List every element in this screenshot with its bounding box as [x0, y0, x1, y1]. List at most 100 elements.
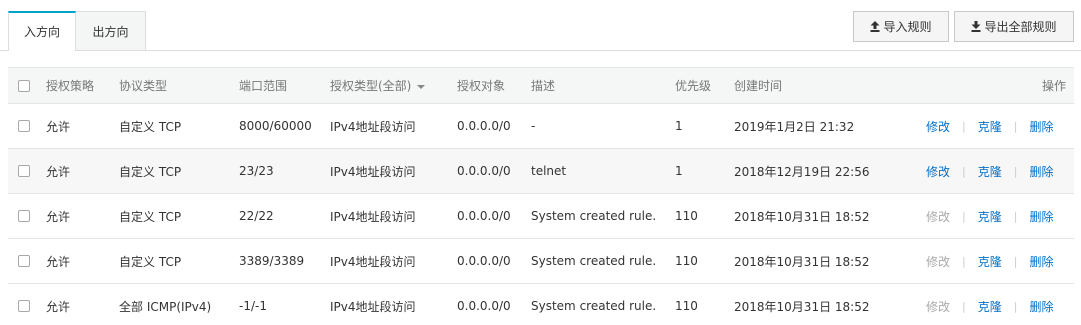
cell-object: 0.0.0.0/0	[457, 164, 511, 178]
cell-object: 0.0.0.0/0	[457, 254, 511, 268]
cell-protocol: 自定义 TCP	[119, 254, 182, 269]
row-operations: 修改 | 克隆 | 删除	[926, 194, 1053, 238]
security-rules-table: 授权策略 协议类型 端口范围 授权类型(全部) 授权对象 描述 优先级 创建时间…	[8, 67, 1074, 325]
cell-protocol: 自定义 TCP	[119, 119, 182, 134]
table-row: 允许 自定义 TCP 8000/60000 IPv4地址段访问 0.0.0.0/…	[8, 104, 1074, 149]
header-operations: 操作	[1041, 79, 1066, 93]
delete-link[interactable]: 删除	[1029, 298, 1053, 315]
table-row: 允许 全部 ICMP(IPv4) -1/-1 IPv4地址段访问 0.0.0.0…	[8, 284, 1074, 325]
caret-down-icon	[417, 84, 426, 89]
ops-separator: |	[1013, 119, 1018, 133]
cell-policy: 允许	[46, 254, 71, 269]
cell-description: System created rule.	[531, 209, 657, 223]
upload-icon	[870, 21, 880, 32]
cell-object: 0.0.0.0/0	[457, 209, 511, 223]
import-rules-label: 导入规则	[883, 20, 932, 34]
download-icon	[971, 21, 981, 32]
cell-created-time: 2018年10月31日 18:52	[734, 209, 870, 224]
header-object: 授权对象	[457, 79, 506, 93]
clone-link[interactable]: 克隆	[978, 118, 1002, 135]
clone-link[interactable]: 克隆	[978, 163, 1002, 180]
ops-separator: |	[962, 119, 966, 133]
delete-link[interactable]: 删除	[1029, 163, 1053, 180]
header-auth-type-filter[interactable]: 授权类型(全部)	[330, 68, 426, 103]
header-description: 描述	[531, 79, 556, 93]
row-operations: 修改 | 克隆 | 删除	[926, 104, 1053, 148]
cell-priority: 110	[675, 254, 698, 268]
edit-link-disabled: 修改	[926, 209, 951, 224]
direction-tabbar: 入方向 出方向 导入规则 导出全部规则	[0, 0, 1081, 51]
clone-link[interactable]: 克隆	[978, 298, 1002, 315]
edit-link-disabled: 修改	[926, 254, 951, 269]
row-checkbox-cell	[18, 194, 30, 238]
row-checkbox[interactable]	[18, 300, 30, 312]
row-checkbox[interactable]	[18, 165, 30, 177]
table-row: 允许 自定义 TCP 23/23 IPv4地址段访问 0.0.0.0/0 tel…	[8, 149, 1074, 194]
header-auth-type-label: 授权类型(全部)	[330, 79, 412, 93]
row-checkbox[interactable]	[18, 210, 30, 222]
ops-separator: |	[962, 164, 966, 178]
cell-created-time: 2018年12月19日 22:56	[734, 164, 870, 179]
cell-created-time: 2018年10月31日 18:52	[734, 254, 870, 269]
cell-created-time: 2019年1月2日 21:32	[734, 119, 855, 134]
cell-protocol: 自定义 TCP	[119, 209, 182, 224]
header-policy: 授权策略	[46, 79, 95, 93]
row-operations: 修改 | 克隆 | 删除	[926, 149, 1053, 193]
import-rules-button[interactable]: 导入规则	[853, 11, 949, 42]
cell-description: -	[531, 119, 536, 133]
delete-link[interactable]: 删除	[1029, 253, 1053, 270]
tab-inbound[interactable]: 入方向	[8, 11, 76, 51]
clone-link[interactable]: 克隆	[978, 253, 1002, 270]
cell-description: System created rule.	[531, 299, 657, 313]
export-all-rules-button[interactable]: 导出全部规则	[954, 11, 1074, 42]
cell-auth-type: IPv4地址段访问	[330, 119, 416, 134]
header-protocol: 协议类型	[119, 79, 168, 93]
export-all-rules-label: 导出全部规则	[984, 20, 1057, 34]
tab-outbound[interactable]: 出方向	[76, 11, 146, 50]
cell-auth-type: IPv4地址段访问	[330, 254, 416, 269]
cell-protocol: 全部 ICMP(IPv4)	[119, 299, 212, 314]
edit-link-disabled: 修改	[926, 299, 951, 314]
edit-link[interactable]: 修改	[926, 163, 950, 180]
ops-separator: |	[1013, 209, 1018, 223]
header-port: 端口范围	[239, 79, 288, 93]
row-checkbox-cell	[18, 149, 30, 193]
edit-link[interactable]: 修改	[926, 118, 950, 135]
row-checkbox[interactable]	[18, 255, 30, 267]
row-operations: 修改 | 克隆 | 删除	[926, 284, 1053, 325]
clone-link[interactable]: 克隆	[978, 208, 1002, 225]
cell-priority: 1	[675, 164, 683, 178]
row-operations: 修改 | 克隆 | 删除	[926, 239, 1053, 283]
cell-policy: 允许	[46, 299, 71, 314]
cell-policy: 允许	[46, 119, 71, 134]
select-all-cell	[18, 68, 30, 103]
cell-description: telnet	[531, 164, 567, 178]
ops-separator: |	[962, 209, 966, 223]
cell-port: 22/22	[239, 209, 274, 223]
ops-separator: |	[1013, 254, 1018, 268]
table-header-row: 授权策略 协议类型 端口范围 授权类型(全部) 授权对象 描述 优先级 创建时间…	[8, 67, 1074, 104]
row-checkbox-cell	[18, 239, 30, 283]
row-checkbox-cell	[18, 284, 30, 325]
cell-port: 23/23	[239, 164, 274, 178]
ops-separator: |	[1013, 299, 1018, 313]
cell-policy: 允许	[46, 164, 71, 179]
cell-auth-type: IPv4地址段访问	[330, 299, 416, 314]
row-checkbox-cell	[18, 104, 30, 148]
ops-separator: |	[962, 299, 966, 313]
ops-separator: |	[1013, 164, 1018, 178]
cell-auth-type: IPv4地址段访问	[330, 164, 416, 179]
cell-created-time: 2018年10月31日 18:52	[734, 299, 870, 314]
header-priority: 优先级	[675, 79, 712, 93]
delete-link[interactable]: 删除	[1029, 118, 1053, 135]
cell-port: 3389/3389	[239, 254, 305, 268]
cell-port: -1/-1	[239, 299, 267, 313]
cell-object: 0.0.0.0/0	[457, 119, 511, 133]
tab-divider	[0, 50, 1081, 51]
cell-policy: 允许	[46, 209, 71, 224]
delete-link[interactable]: 删除	[1029, 208, 1053, 225]
table-row: 允许 自定义 TCP 22/22 IPv4地址段访问 0.0.0.0/0 Sys…	[8, 194, 1074, 239]
select-all-checkbox[interactable]	[18, 79, 30, 92]
cell-priority: 1	[675, 119, 683, 133]
row-checkbox[interactable]	[18, 120, 30, 132]
